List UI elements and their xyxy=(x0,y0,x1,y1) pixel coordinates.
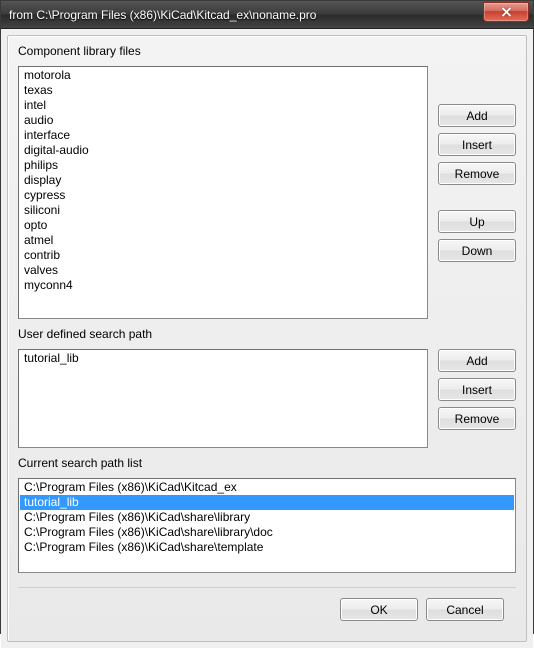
list-item[interactable]: valves xyxy=(20,263,426,278)
component-files-listbox[interactable]: motorolatexasintelaudiointerfacedigital-… xyxy=(18,66,428,319)
list-item[interactable]: siliconi xyxy=(20,203,426,218)
list-item[interactable]: tutorial_lib xyxy=(20,495,514,510)
titlebar[interactable]: from C:\Program Files (x86)\KiCad\Kitcad… xyxy=(1,1,533,29)
list-item[interactable]: motorola xyxy=(20,68,426,83)
list-item[interactable]: texas xyxy=(20,83,426,98)
insert-button[interactable]: Insert xyxy=(438,133,516,156)
list-item[interactable]: C:\Program Files (x86)\KiCad\share\templ… xyxy=(20,540,514,555)
list-item[interactable]: C:\Program Files (x86)\KiCad\share\libra… xyxy=(20,510,514,525)
list-item[interactable]: philips xyxy=(20,158,426,173)
down-button[interactable]: Down xyxy=(438,239,516,262)
list-item[interactable]: C:\Program Files (x86)\KiCad\Kitcad_ex xyxy=(20,480,514,495)
user-search-path-listbox[interactable]: tutorial_lib xyxy=(18,349,428,448)
list-item[interactable]: myconn4 xyxy=(20,278,426,293)
user-search-path-row: tutorial_lib Add Insert Remove xyxy=(18,349,516,448)
list-item[interactable]: C:\Program Files (x86)\KiCad\share\libra… xyxy=(20,525,514,540)
cancel-button[interactable]: Cancel xyxy=(426,598,504,621)
component-files-label: Component library files xyxy=(18,44,516,58)
list-item[interactable]: display xyxy=(20,173,426,188)
list-item[interactable]: interface xyxy=(20,128,426,143)
list-item[interactable]: contrib xyxy=(20,248,426,263)
current-search-path-listbox[interactable]: C:\Program Files (x86)\KiCad\Kitcad_extu… xyxy=(18,478,516,573)
insert-button[interactable]: Insert xyxy=(438,378,516,401)
component-files-row: motorolatexasintelaudiointerfacedigital-… xyxy=(18,66,516,319)
current-search-path-label: Current search path list xyxy=(18,456,516,470)
window-title: from C:\Program Files (x86)\KiCad\Kitcad… xyxy=(9,8,483,22)
main-panel: Component library files motorolatexasint… xyxy=(7,35,527,642)
ok-button[interactable]: OK xyxy=(340,598,418,621)
remove-button[interactable]: Remove xyxy=(438,162,516,185)
list-item[interactable]: atmel xyxy=(20,233,426,248)
client-area: Component library files motorolatexasint… xyxy=(1,29,533,648)
user-search-path-label: User defined search path xyxy=(18,327,516,341)
current-search-path-row: C:\Program Files (x86)\KiCad\Kitcad_extu… xyxy=(18,478,516,573)
list-item[interactable]: tutorial_lib xyxy=(20,351,426,366)
list-item[interactable]: cypress xyxy=(20,188,426,203)
list-item[interactable]: opto xyxy=(20,218,426,233)
up-button[interactable]: Up xyxy=(438,210,516,233)
remove-button[interactable]: Remove xyxy=(438,407,516,430)
user-search-path-buttons: Add Insert Remove xyxy=(438,349,516,448)
list-item[interactable]: digital-audio xyxy=(20,143,426,158)
close-button[interactable] xyxy=(483,2,529,22)
close-icon xyxy=(501,7,512,17)
dialog-window: from C:\Program Files (x86)\KiCad\Kitcad… xyxy=(0,0,534,634)
dialog-button-bar: OK Cancel xyxy=(18,587,516,631)
component-files-buttons: Add Insert Remove Up Down xyxy=(438,66,516,319)
list-item[interactable]: intel xyxy=(20,98,426,113)
list-item[interactable]: audio xyxy=(20,113,426,128)
add-button[interactable]: Add xyxy=(438,104,516,127)
add-button[interactable]: Add xyxy=(438,349,516,372)
